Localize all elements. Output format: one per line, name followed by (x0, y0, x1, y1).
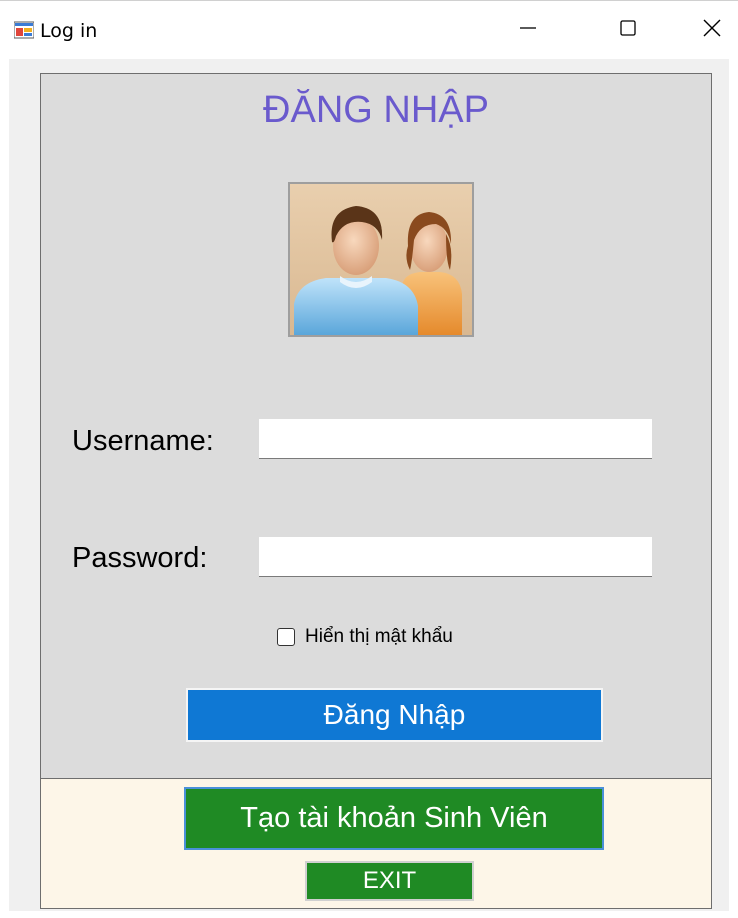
username-input[interactable] (259, 419, 652, 459)
minimize-button[interactable] (486, 1, 570, 59)
show-password-checkbox[interactable] (277, 628, 295, 646)
create-student-account-button[interactable]: Tạo tài khoản Sinh Viên (184, 787, 604, 850)
show-password-label: Hiển thị mật khẩu (305, 626, 453, 647)
minimize-icon (519, 19, 537, 42)
window-title: Log in (40, 20, 98, 42)
username-label: Username: (72, 425, 214, 457)
maximize-button[interactable] (586, 1, 670, 59)
login-button[interactable]: Đăng Nhập (186, 688, 603, 742)
password-label: Password: (72, 542, 208, 574)
title-bar[interactable]: Log in (0, 1, 738, 59)
show-password-toggle[interactable]: Hiển thị mật khẩu (277, 626, 453, 648)
users-avatar-icon (288, 182, 474, 337)
app-form-icon (13, 20, 35, 40)
login-heading: ĐĂNG NHẬP (263, 89, 489, 131)
close-button[interactable] (670, 1, 738, 59)
close-icon (702, 18, 722, 43)
maximize-icon (619, 19, 637, 42)
exit-button[interactable]: EXIT (305, 861, 474, 901)
password-input[interactable] (259, 537, 652, 577)
login-window: Log in ĐĂNG NHẬP Username: Password: Hiể… (0, 0, 738, 918)
